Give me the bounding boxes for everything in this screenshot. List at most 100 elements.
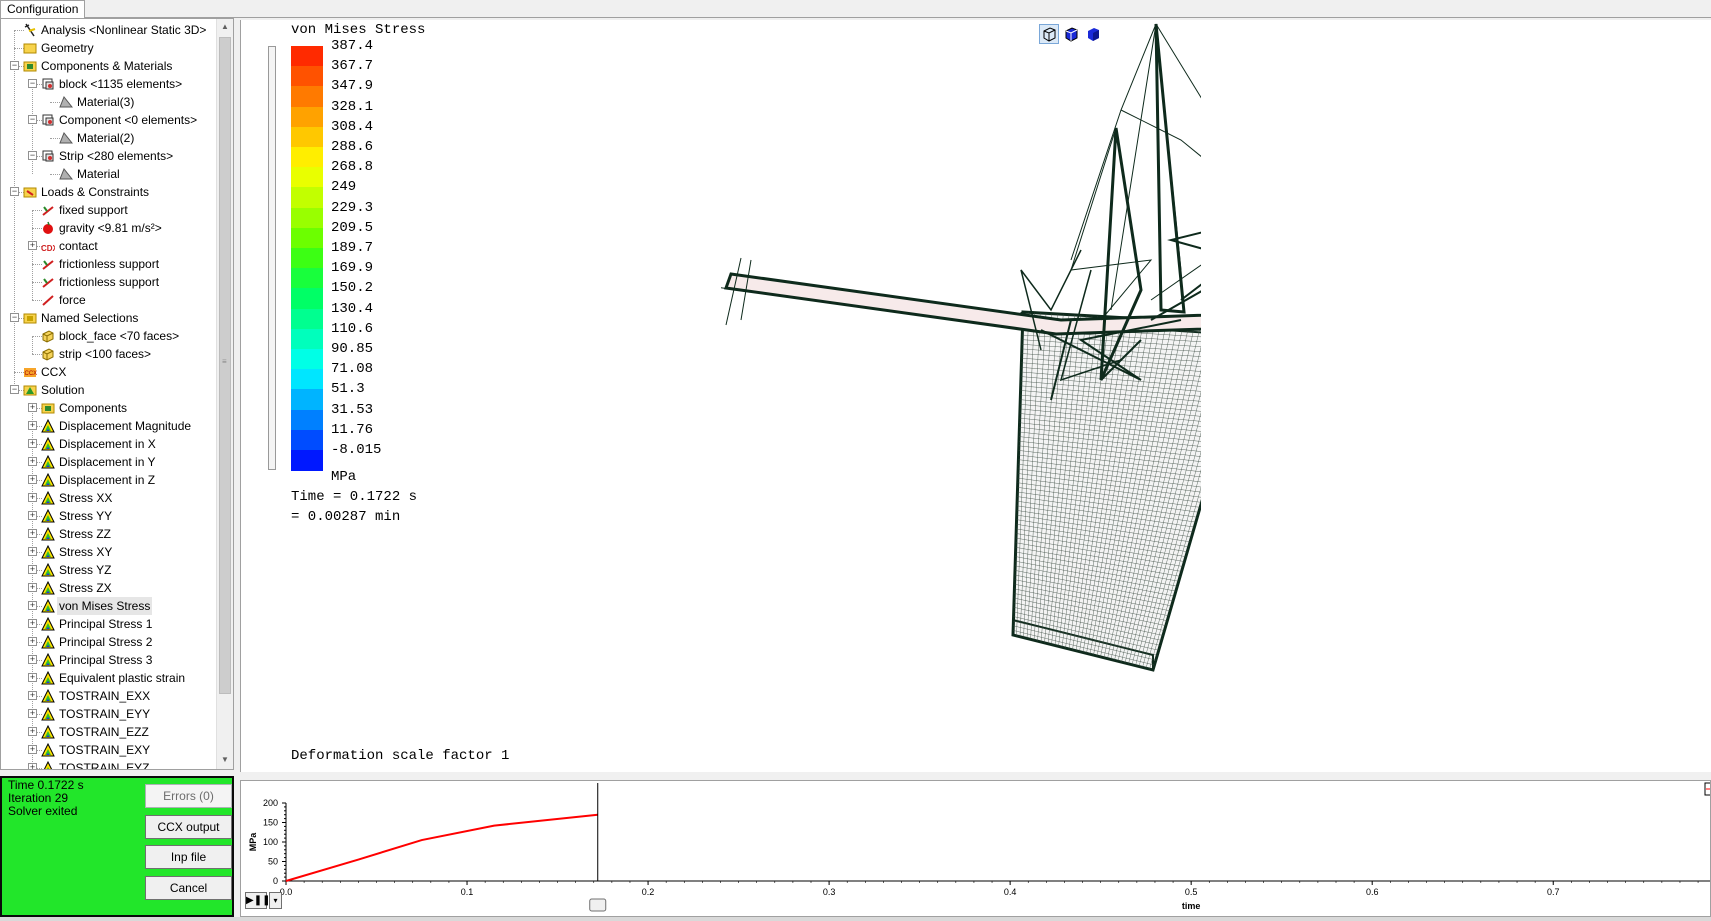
tree-item[interactable]: frictionless support bbox=[1, 255, 217, 273]
inp-file-button[interactable]: Inp file bbox=[145, 845, 232, 869]
tree-item[interactable]: + Displacement in X bbox=[1, 435, 217, 453]
tree-item[interactable]: + von Mises Stress bbox=[1, 597, 217, 615]
tab-configuration[interactable]: Configuration bbox=[0, 0, 86, 18]
tree-item[interactable]: + TOSTRAIN_EYY bbox=[1, 705, 217, 723]
expand-icon[interactable]: + bbox=[28, 421, 37, 430]
legend-color-swatch bbox=[291, 66, 323, 87]
expand-icon[interactable]: + bbox=[28, 727, 37, 736]
tree-item[interactable]: strip <100 faces> bbox=[1, 345, 217, 363]
collapse-icon[interactable]: − bbox=[28, 151, 37, 160]
tree-item-label: force bbox=[59, 293, 86, 307]
expand-icon[interactable]: + bbox=[28, 745, 37, 754]
tree-item[interactable]: + Stress YZ bbox=[1, 561, 217, 579]
tree-scrollbar-thumb[interactable]: ≡ bbox=[219, 37, 231, 694]
expand-icon[interactable]: + bbox=[28, 691, 37, 700]
expand-icon[interactable]: + bbox=[28, 403, 37, 412]
tree-item[interactable]: + Principal Stress 2 bbox=[1, 633, 217, 651]
expand-icon[interactable]: + bbox=[28, 601, 37, 610]
tree-item[interactable]: + Displacement Magnitude bbox=[1, 417, 217, 435]
tree-item[interactable]: − Component <0 elements> bbox=[1, 111, 217, 129]
tree-item[interactable]: + Principal Stress 3 bbox=[1, 651, 217, 669]
tree-item[interactable]: + Principal Stress 1 bbox=[1, 615, 217, 633]
expand-icon[interactable]: + bbox=[28, 457, 37, 466]
solver-status-panel: Time 0.1722 s Iteration 29 Solver exited… bbox=[0, 776, 234, 917]
svg-text:CDX: CDX bbox=[41, 244, 55, 253]
tree-item[interactable]: + Displacement in Y bbox=[1, 453, 217, 471]
chevron-down-icon[interactable]: ▾ bbox=[269, 892, 282, 909]
tree-item-label: Stress ZZ bbox=[59, 527, 112, 541]
expand-icon[interactable]: + bbox=[28, 547, 37, 556]
tree-item[interactable]: − block <1135 elements> bbox=[1, 75, 217, 93]
tree-item[interactable]: Geometry bbox=[1, 39, 217, 57]
expand-icon[interactable]: + bbox=[28, 241, 37, 250]
legend-range-slider[interactable] bbox=[268, 46, 276, 470]
expand-icon[interactable]: + bbox=[28, 673, 37, 682]
expand-icon[interactable]: + bbox=[28, 619, 37, 628]
expand-icon[interactable]: + bbox=[28, 583, 37, 592]
tree-item[interactable]: gravity <9.81 m/s²> bbox=[1, 219, 217, 237]
tree-item[interactable]: − Components & Materials bbox=[1, 57, 217, 75]
expand-icon[interactable]: + bbox=[28, 475, 37, 484]
tree-item[interactable]: − Loads & Constraints bbox=[1, 183, 217, 201]
errors-button[interactable]: Errors (0) bbox=[145, 784, 232, 808]
collapse-icon[interactable]: − bbox=[28, 79, 37, 88]
legend-value: 367.7 bbox=[331, 58, 374, 75]
tree-item[interactable]: CCX CCX bbox=[1, 363, 217, 381]
tree-item[interactable]: Analysis <Nonlinear Static 3D> bbox=[1, 21, 217, 39]
collapse-icon[interactable]: − bbox=[10, 385, 19, 394]
tree-item[interactable]: − Solution bbox=[1, 381, 217, 399]
legend-value: 189.7 bbox=[331, 240, 374, 256]
scroll-down-icon[interactable]: ▼ bbox=[217, 752, 233, 768]
tree-item[interactable]: − Named Selections bbox=[1, 309, 217, 327]
tree-item[interactable]: frictionless support bbox=[1, 273, 217, 291]
expand-icon[interactable]: + bbox=[28, 439, 37, 448]
expand-icon[interactable]: + bbox=[28, 511, 37, 520]
tree-item[interactable]: force bbox=[1, 291, 217, 309]
3d-viewport[interactable]: von Mises Stress 387.4 367.7 347.9 328.1 308… bbox=[240, 20, 1711, 772]
result-icon bbox=[41, 688, 55, 703]
tree-item[interactable]: + TOSTRAIN_EXY bbox=[1, 741, 217, 759]
ccx-output-button[interactable]: CCX output bbox=[145, 815, 232, 839]
tree-item[interactable]: + Stress ZZ bbox=[1, 525, 217, 543]
scroll-up-icon[interactable]: ▲ bbox=[217, 19, 233, 35]
faces-icon bbox=[41, 347, 55, 361]
time-history-chart[interactable]: 0501001502000.00.10.20.30.40.50.60.70.8M… bbox=[241, 781, 1710, 916]
tree-item[interactable]: block_face <70 faces> bbox=[1, 327, 217, 345]
x-tick-label: 0.3 bbox=[823, 887, 836, 897]
tree-item[interactable]: + Stress YY bbox=[1, 507, 217, 525]
expand-icon[interactable]: + bbox=[28, 493, 37, 502]
collapse-icon[interactable]: − bbox=[28, 115, 37, 124]
tree-item[interactable]: + Stress XY bbox=[1, 543, 217, 561]
expand-icon[interactable]: + bbox=[28, 529, 37, 538]
tree-item[interactable]: − Strip <280 elements> bbox=[1, 147, 217, 165]
tree-scrollbar[interactable]: ▲ ≡ ▼ bbox=[216, 19, 233, 769]
legend-color-swatch bbox=[291, 126, 323, 148]
expand-icon[interactable]: + bbox=[28, 709, 37, 718]
tree-item[interactable]: Material bbox=[1, 165, 217, 183]
tree-item[interactable]: + Stress ZX bbox=[1, 579, 217, 597]
expand-icon[interactable]: + bbox=[28, 565, 37, 574]
tree-item[interactable]: + TOSTRAIN_EYZ bbox=[1, 759, 217, 769]
tree-item[interactable]: + Displacement in Z bbox=[1, 471, 217, 489]
tree-item[interactable]: + TOSTRAIN_EZZ bbox=[1, 723, 217, 741]
tree-item[interactable]: + TOSTRAIN_EXX bbox=[1, 687, 217, 705]
tree-item[interactable]: fixed support bbox=[1, 201, 217, 219]
expand-icon[interactable]: + bbox=[28, 763, 37, 769]
tree-item[interactable]: + Stress XX bbox=[1, 489, 217, 507]
tree-item-label: Components & Materials bbox=[41, 59, 173, 73]
collapse-icon[interactable]: − bbox=[10, 187, 19, 196]
collapse-icon[interactable]: − bbox=[10, 61, 19, 70]
tree-item[interactable]: + CDX contact bbox=[1, 237, 217, 255]
support-icon bbox=[41, 203, 55, 217]
tree-item[interactable]: Material(2) bbox=[1, 129, 217, 147]
collapse-icon[interactable]: − bbox=[10, 313, 19, 322]
expand-icon[interactable]: + bbox=[28, 655, 37, 664]
tree-item[interactable]: Material(3) bbox=[1, 93, 217, 111]
cancel-button[interactable]: Cancel bbox=[145, 876, 232, 900]
time-slider-handle[interactable] bbox=[589, 898, 607, 912]
tree-item[interactable]: + Components bbox=[1, 399, 217, 417]
tree-item[interactable]: + Equivalent plastic strain bbox=[1, 669, 217, 687]
expand-icon[interactable]: + bbox=[28, 637, 37, 646]
deformed-mesh-model[interactable] bbox=[721, 20, 1201, 720]
play-pause-icon[interactable]: ▶❚❚ bbox=[245, 892, 270, 909]
